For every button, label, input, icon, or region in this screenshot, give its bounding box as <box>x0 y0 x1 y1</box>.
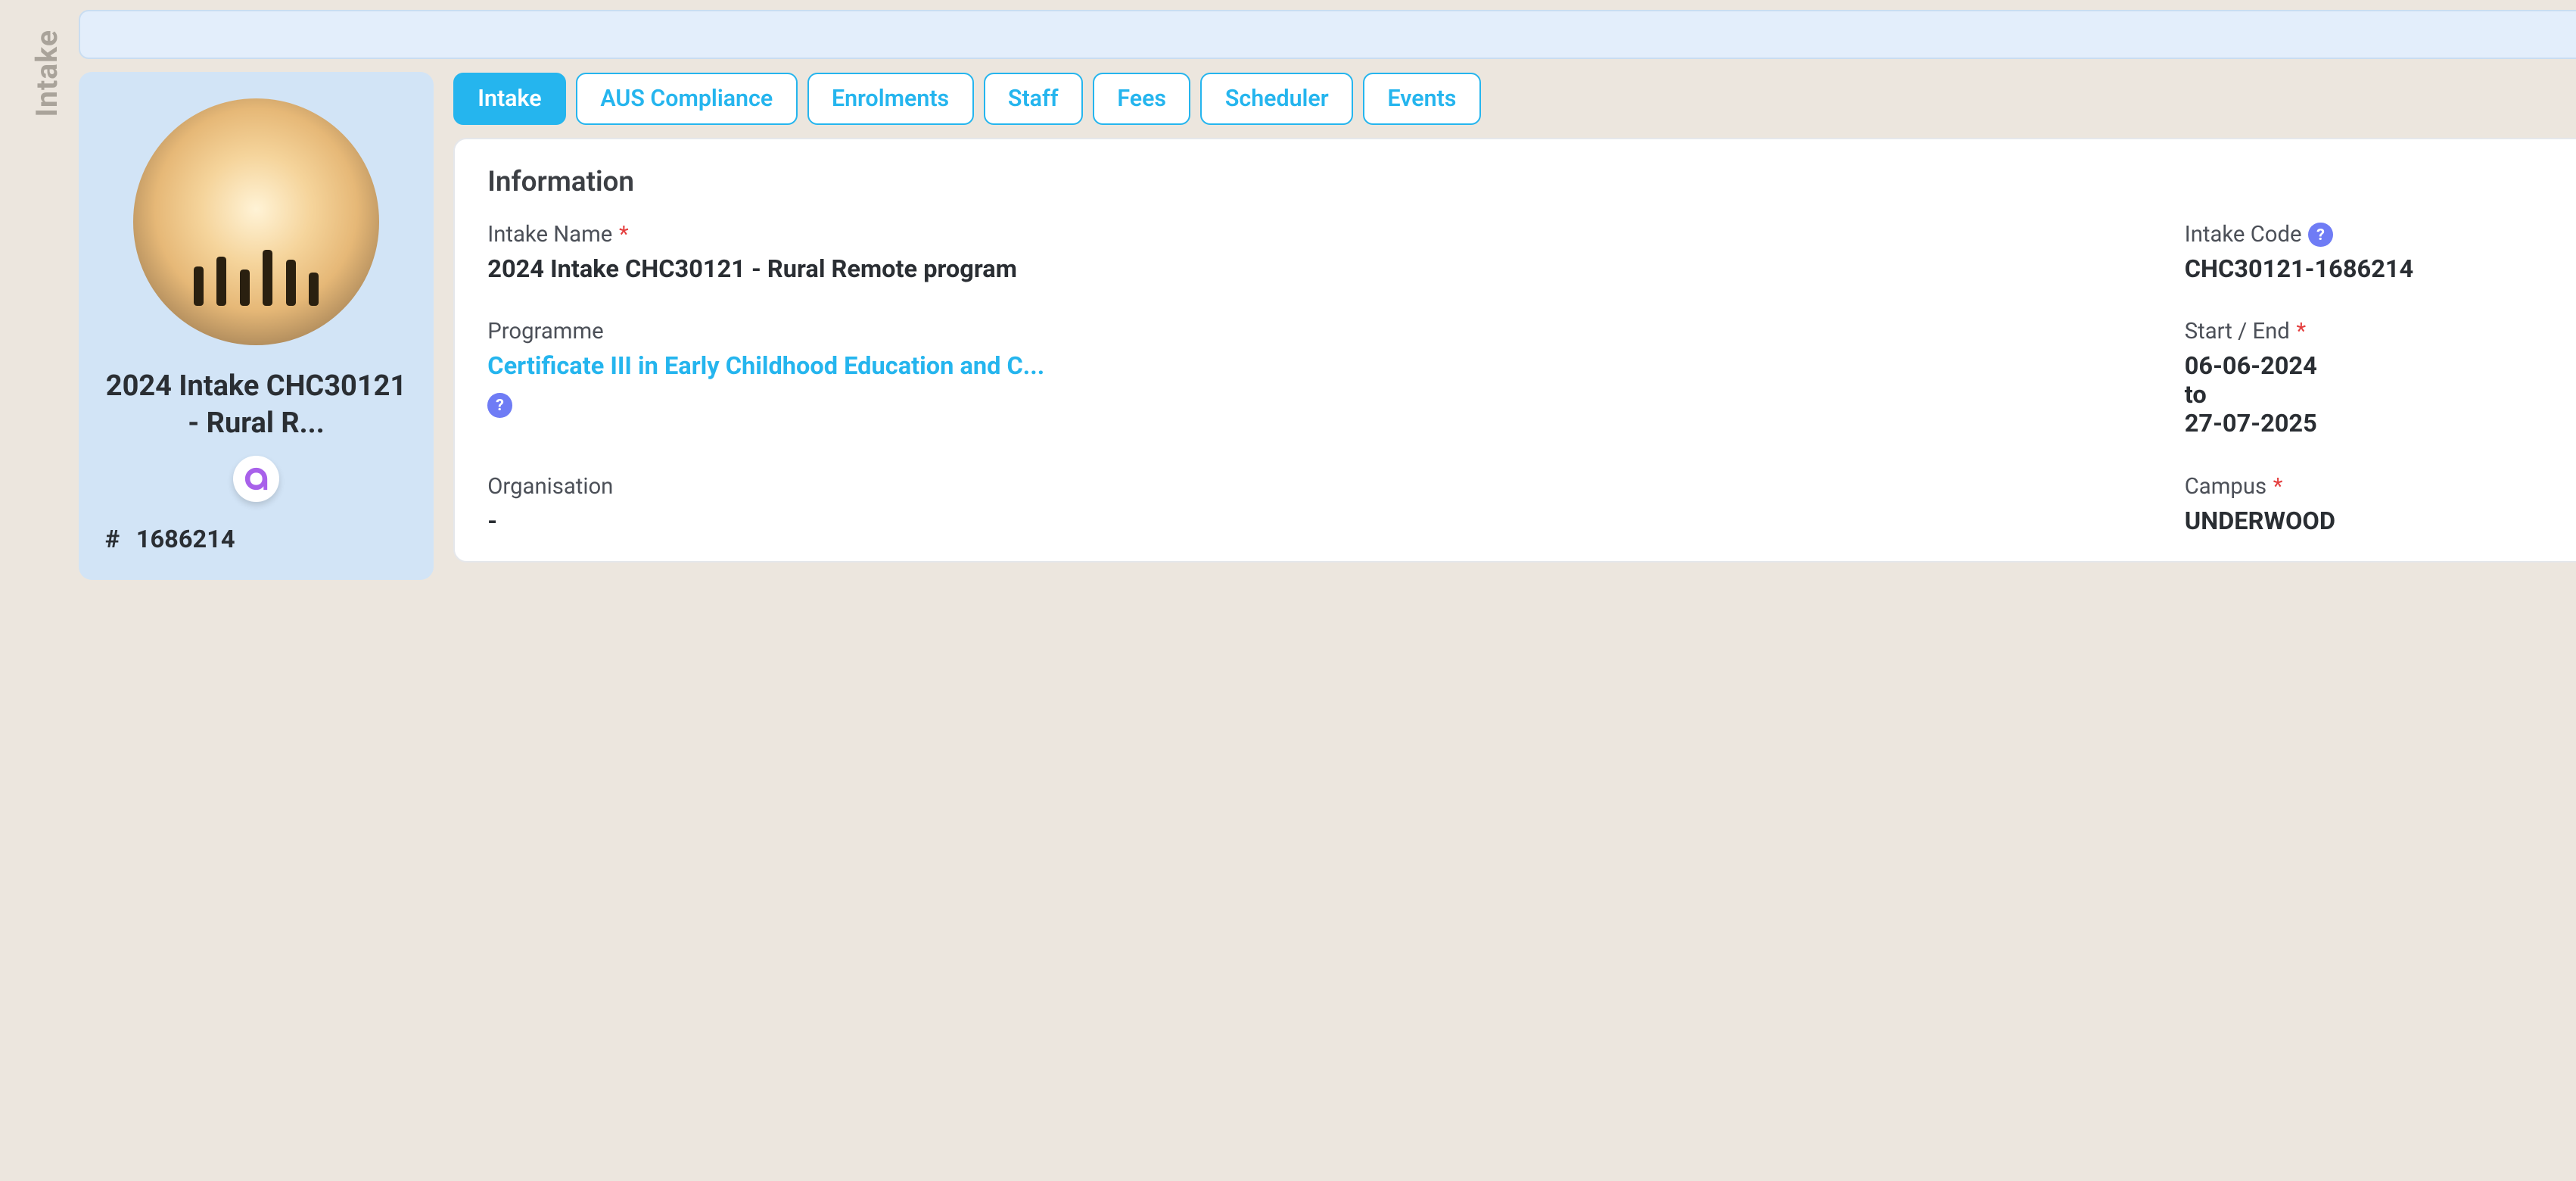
hash-icon: # <box>105 525 120 553</box>
brand-logo-icon <box>241 464 271 494</box>
intake-name-label: Intake Name <box>487 222 612 248</box>
main-container: 2024 Intake CHC30121 - Rural R... # 1686… <box>69 0 2576 590</box>
campus-label: Campus <box>2185 474 2266 500</box>
information-heading: Information <box>487 166 634 198</box>
intake-id-value: 1686214 <box>136 525 235 553</box>
page-vertical-label: Intake <box>30 30 64 117</box>
programme-link[interactable]: Certificate III in Early Childhood Educa… <box>487 351 2151 380</box>
campus-value: UNDERWOOD <box>2185 506 2576 535</box>
intake-avatar <box>133 98 380 345</box>
required-icon: * <box>619 222 629 248</box>
tab-aus-compliance[interactable]: AUS Compliance <box>576 73 798 125</box>
tabs: Intake AUS Compliance Enrolments Staff F… <box>453 73 1481 125</box>
start-end-label: Start / End <box>2185 319 2290 344</box>
field-intake-name: Intake Name * 2024 Intake CHC30121 - Rur… <box>487 222 2151 283</box>
intake-code-value: CHC30121-1686214 <box>2185 254 2576 283</box>
help-icon[interactable]: ? <box>2308 223 2333 248</box>
intake-title: 2024 Intake CHC30121 - Rural R... <box>105 368 407 443</box>
start-date-value: 06-06-2024 <box>2185 351 2576 380</box>
start-end-to: to <box>2185 380 2576 409</box>
end-date-value: 27-07-2025 <box>2185 409 2576 438</box>
field-campus: Campus * UNDERWOOD <box>2185 474 2576 535</box>
info-grid: Intake Name * 2024 Intake CHC30121 - Rur… <box>487 222 2576 534</box>
tab-scheduler[interactable]: Scheduler <box>1200 73 1353 125</box>
toolbar-row: Intake AUS Compliance Enrolments Staff F… <box>453 72 2576 124</box>
tab-events[interactable]: Events <box>1363 73 1481 125</box>
programme-label: Programme <box>487 319 603 344</box>
intake-summary-card: 2024 Intake CHC30121 - Rural R... # 1686… <box>79 72 434 580</box>
tab-enrolments[interactable]: Enrolments <box>807 73 974 125</box>
field-programme: Programme Certificate III in Early Child… <box>487 319 2151 438</box>
brand-badge <box>233 456 279 502</box>
main-column: Intake AUS Compliance Enrolments Staff F… <box>453 72 2576 580</box>
field-intake-code: Intake Code ? CHC30121-1686214 <box>2185 222 2576 283</box>
intake-code-label: Intake Code <box>2185 222 2302 248</box>
tab-fees[interactable]: Fees <box>1093 73 1190 125</box>
intake-id-row: # 1686214 <box>105 525 235 553</box>
organisation-label: Organisation <box>487 474 613 500</box>
required-icon: * <box>2296 319 2306 344</box>
field-organisation: Organisation - <box>487 474 2151 535</box>
tab-intake[interactable]: Intake <box>453 73 566 125</box>
help-icon[interactable]: ? <box>487 393 512 418</box>
silhouette-group-icon <box>194 250 319 306</box>
tab-staff[interactable]: Staff <box>984 73 1083 125</box>
expand-banner[interactable] <box>79 10 2576 59</box>
content-row: 2024 Intake CHC30121 - Rural R... # 1686… <box>79 72 2576 580</box>
field-start-end: Start / End * 06-06-2024 to 27-07-2025 <box>2185 319 2576 438</box>
organisation-value: - <box>487 506 2151 535</box>
required-icon: * <box>2273 474 2283 500</box>
information-panel: Information Intake Name * 2024 Intake CH… <box>453 138 2576 562</box>
intake-name-value: 2024 Intake CHC30121 - Rural Remote prog… <box>487 254 2151 283</box>
